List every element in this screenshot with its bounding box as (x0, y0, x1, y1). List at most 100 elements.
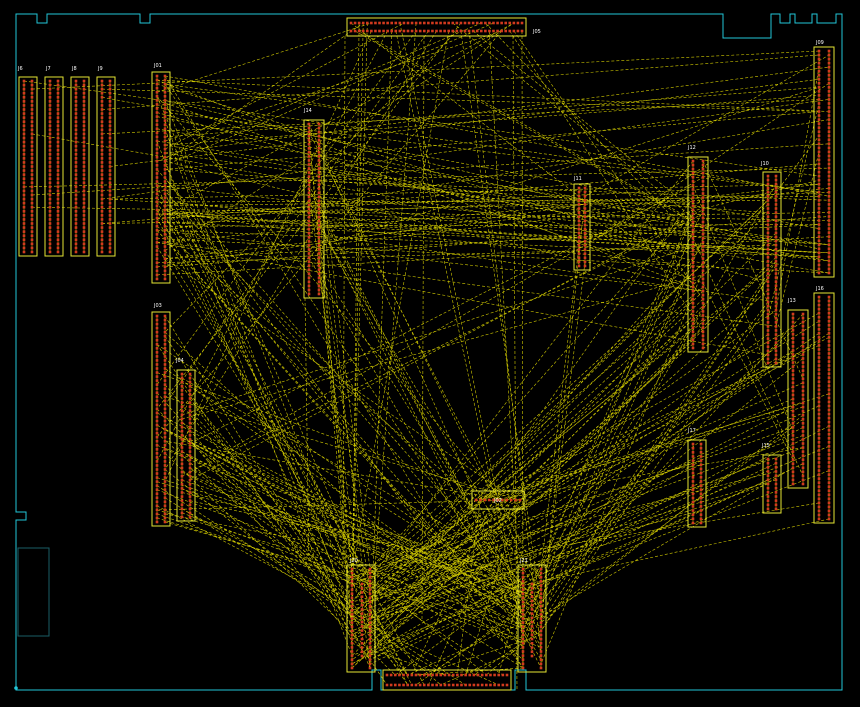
pad (774, 333, 778, 336)
pad (539, 666, 543, 670)
pad (817, 477, 821, 480)
pad (74, 238, 78, 242)
pad (766, 239, 770, 243)
pad (163, 342, 167, 346)
pad (577, 223, 581, 227)
pad (360, 641, 364, 645)
pad (48, 100, 52, 103)
pad (817, 77, 821, 81)
pad (108, 214, 112, 217)
pad (350, 580, 354, 583)
pad (163, 484, 167, 487)
pad (406, 21, 410, 25)
pad (827, 154, 831, 158)
pad (791, 446, 795, 449)
pad (30, 104, 34, 107)
pad (155, 314, 159, 318)
pad (155, 151, 159, 155)
pad (774, 312, 778, 316)
pad (360, 591, 364, 594)
pad (22, 128, 26, 132)
pad (701, 330, 705, 334)
pad (155, 253, 159, 256)
pad (766, 300, 770, 304)
pad (827, 360, 831, 363)
pad (317, 207, 321, 211)
pad (701, 273, 705, 277)
pad (56, 185, 60, 189)
pad (827, 251, 831, 255)
pad (163, 452, 167, 455)
pad (108, 108, 112, 111)
pad (100, 226, 104, 229)
pad (48, 197, 52, 201)
pad (56, 140, 60, 144)
pad (180, 487, 184, 490)
pad (766, 211, 770, 214)
pad (378, 29, 381, 33)
pad (100, 161, 104, 164)
pad (163, 504, 167, 508)
pad (699, 509, 703, 512)
pad (307, 191, 311, 195)
pad (82, 214, 86, 217)
pad (307, 284, 311, 288)
pad (317, 130, 321, 134)
pad (476, 683, 480, 687)
pad (512, 21, 516, 25)
pad (82, 95, 86, 99)
pad (691, 513, 695, 516)
pad (774, 182, 778, 186)
pad (317, 240, 321, 243)
pad (774, 199, 778, 202)
pad (427, 29, 430, 33)
pad (691, 480, 695, 483)
pad (406, 683, 409, 687)
pad (827, 404, 831, 408)
pad (368, 588, 372, 591)
pad (699, 488, 703, 492)
pad (188, 438, 192, 441)
pad (82, 120, 86, 124)
pad (350, 666, 354, 670)
pad (22, 157, 26, 160)
pad (48, 193, 52, 197)
pad (350, 646, 354, 649)
pad (801, 466, 805, 470)
pad (188, 511, 192, 515)
pad (801, 357, 805, 360)
pad (583, 219, 587, 223)
pad (108, 218, 112, 221)
pad (307, 244, 311, 247)
pad (492, 29, 495, 33)
pad (188, 454, 192, 458)
pad (155, 245, 159, 248)
pad (307, 203, 311, 207)
pad (74, 112, 78, 115)
pad (163, 480, 167, 483)
pad (577, 235, 581, 239)
pad (467, 29, 471, 33)
pad (108, 201, 112, 205)
pad (701, 241, 705, 244)
pad (817, 412, 821, 416)
pad (774, 466, 778, 469)
pad (817, 457, 821, 460)
pad (155, 472, 159, 475)
pad (350, 654, 354, 657)
pad (766, 349, 770, 353)
pad (583, 211, 587, 214)
pad (817, 336, 821, 339)
pad (539, 654, 543, 657)
pad (48, 157, 52, 160)
pad (398, 673, 401, 677)
pad (774, 461, 778, 465)
pad (817, 199, 821, 202)
pad (180, 397, 184, 400)
pad (155, 387, 159, 391)
pad (74, 181, 78, 185)
pad (82, 209, 86, 213)
connector-label: J20 (349, 558, 358, 564)
pad (155, 375, 159, 378)
pad (48, 189, 52, 193)
